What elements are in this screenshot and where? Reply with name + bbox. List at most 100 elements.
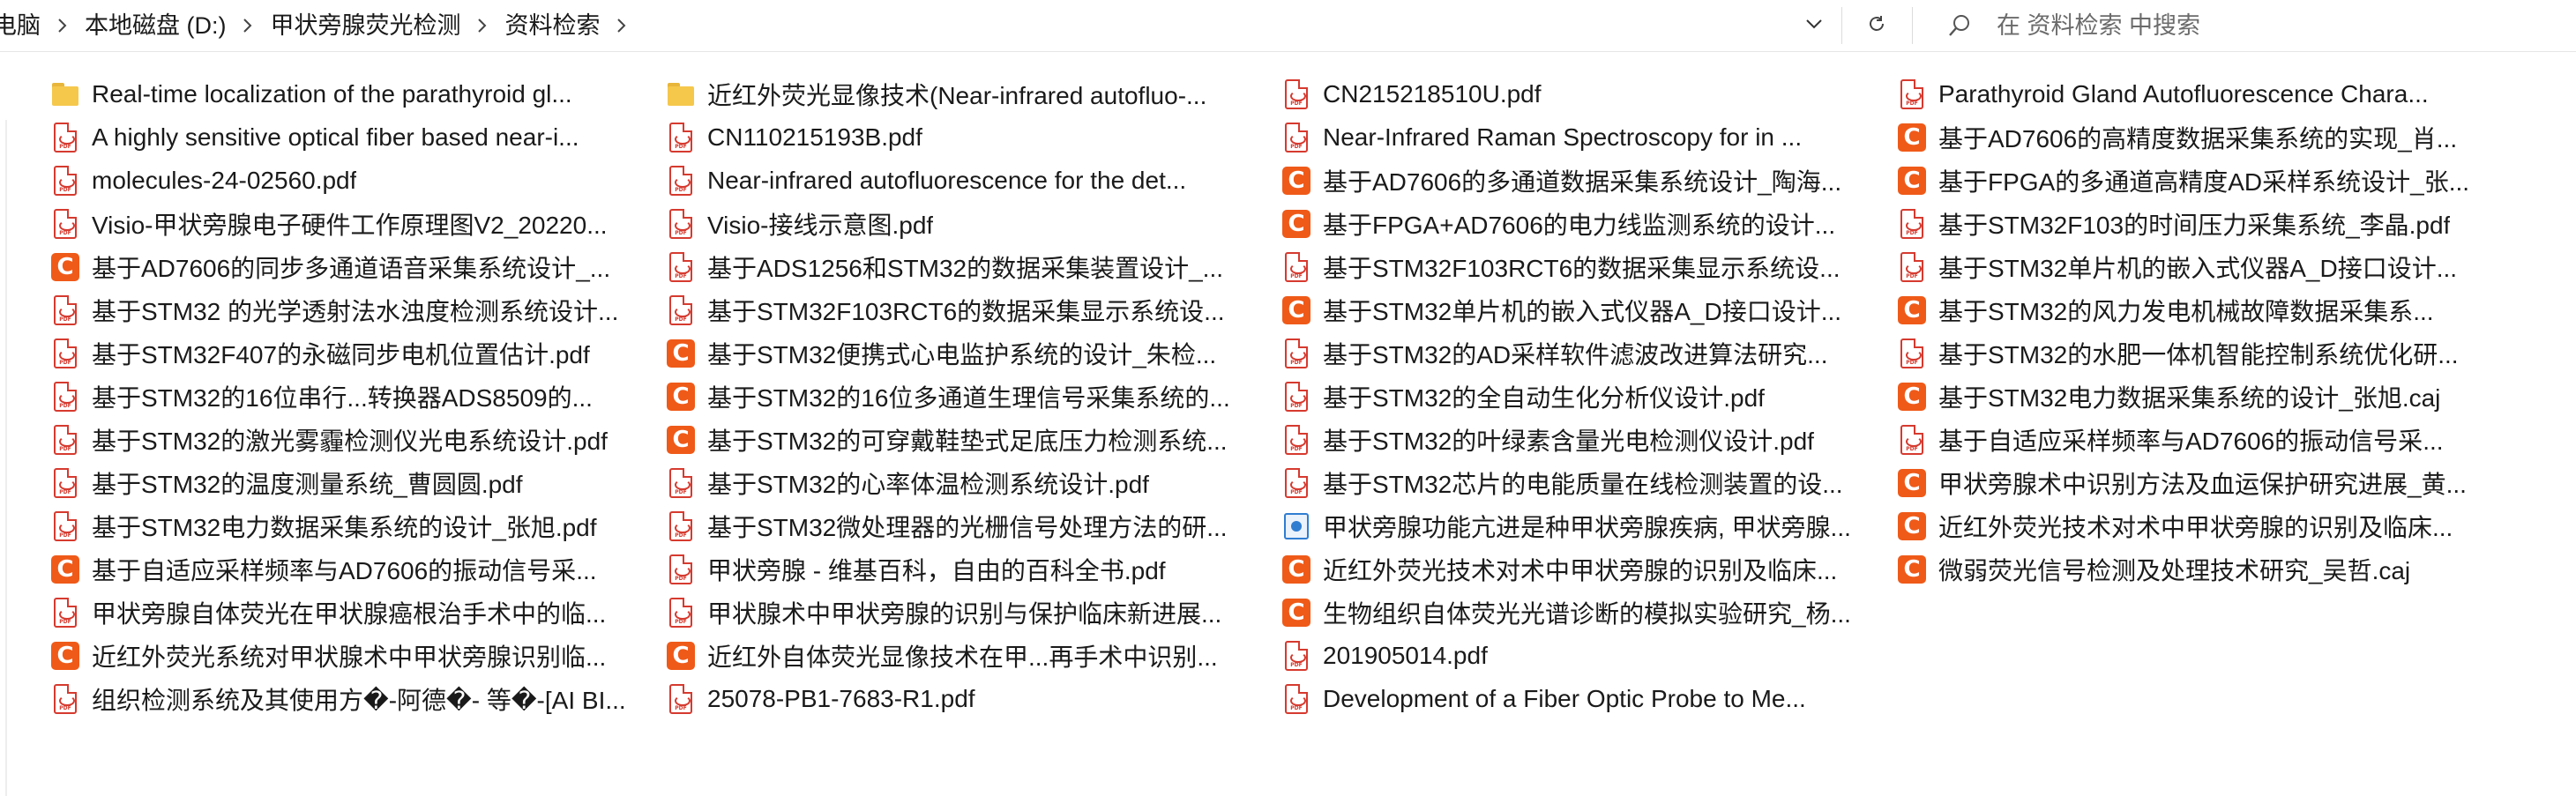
file-name: 基于FPGA+AD7606的电力线监测系统的设计...: [1323, 211, 1836, 239]
file-item[interactable]: PDF 基于STM32的AD采样软件滤波改进算法研究...: [1275, 331, 1891, 375]
file-item[interactable]: C 近红外荧光系统对甲状腺术中甲状旁腺识别临...: [44, 634, 660, 677]
chevron-right-icon[interactable]: [231, 4, 265, 48]
file-item[interactable]: C 近红外自体荧光显像技术在甲...再手术中识别...: [660, 634, 1275, 677]
file-item[interactable]: PDF 基于STM32的心率体温检测系统设计.pdf: [660, 461, 1275, 504]
file-name: 基于STM32的16位多通道生理信号采集系统的...: [707, 383, 1230, 412]
file-item[interactable]: PDF Visio-接线示意图.pdf: [660, 202, 1275, 245]
pdf-file-icon: PDF: [51, 338, 79, 369]
file-name: 基于AD7606的多通道数据采集系统设计_陶海...: [1323, 167, 1842, 196]
file-item[interactable]: C 基于自适应采样频率与AD7606的振动信号采...: [44, 547, 660, 591]
refresh-icon: [1866, 13, 1887, 39]
file-item[interactable]: PDF Near-Infrared Raman Spectroscopy for …: [1275, 115, 1891, 159]
file-item[interactable]: C 近红外荧光技术对术中甲状旁腺的识别及临床...: [1891, 504, 2506, 547]
file-name: CN215218510U.pdf: [1323, 79, 1542, 108]
pdf-file-icon: PDF: [667, 597, 695, 629]
file-item[interactable]: PDF 甲状旁腺 - 维基百科，自由的百科全书.pdf: [660, 547, 1275, 591]
file-item[interactable]: PDF CN215218510U.pdf: [1275, 72, 1891, 115]
pdf-file-icon: PDF: [667, 208, 695, 240]
chevron-right-icon[interactable]: [46, 4, 79, 48]
file-item[interactable]: PDF 25078-PB1-7683-R1.pdf: [660, 677, 1275, 720]
file-item[interactable]: C 基于AD7606的同步多通道语音采集系统设计_...: [44, 245, 660, 288]
pdf-file-icon: PDF: [1898, 208, 1926, 240]
file-item[interactable]: C 基于STM32的可穿戴鞋垫式足底压力检测系统...: [660, 418, 1275, 461]
caj-file-icon: C: [1898, 294, 1926, 326]
file-item[interactable]: PDF 基于STM32的水肥一体机智能控制系统优化研...: [1891, 331, 2506, 375]
folder-icon: [667, 78, 695, 110]
file-item[interactable]: PDF 基于STM32的温度测量系统_曹圆圆.pdf: [44, 461, 660, 504]
file-item[interactable]: PDF 组织检测系统及其使用方�-阿德�- 等�-[AI BI...: [44, 677, 660, 720]
caj-file-icon: C: [1898, 510, 1926, 542]
file-item[interactable]: C 微弱荧光信号检测及处理技术研究_吴哲.caj: [1891, 547, 2506, 591]
file-name: Visio-甲状旁腺电子硬件工作原理图V2_20220...: [92, 211, 608, 239]
file-item[interactable]: C 生物组织自体荧光光谱诊断的模拟实验研究_杨...: [1275, 591, 1891, 634]
pdf-file-icon: PDF: [667, 165, 695, 197]
breadcrumb-item-current[interactable]: 资料检索: [499, 4, 605, 48]
file-item[interactable]: C 近红外荧光技术对术中甲状旁腺的识别及临床...: [1275, 547, 1891, 591]
pdf-file-icon: PDF: [1898, 251, 1926, 283]
file-item[interactable]: PDF Near-infrared autofluorescence for th…: [660, 159, 1275, 202]
pdf-file-icon: PDF: [1898, 78, 1926, 110]
file-item[interactable]: C 基于STM32的风力发电机械故障数据采集系...: [1891, 288, 2506, 331]
file-item[interactable]: Real-time localization of the parathyroi…: [44, 72, 660, 115]
pdf-file-icon: PDF: [51, 381, 79, 413]
file-item[interactable]: C 基于AD7606的多通道数据采集系统设计_陶海...: [1275, 159, 1891, 202]
breadcrumb[interactable]: 电脑 本地磁盘 (D:) 甲状旁腺荧光检测 资料检索: [0, 4, 1827, 48]
file-item[interactable]: PDF 基于STM32F407的永磁同步电机位置估计.pdf: [44, 331, 660, 375]
pdf-file-icon: PDF: [667, 467, 695, 499]
file-item[interactable]: PDF 基于STM32 的光学透射法水浊度检测系统设计...: [44, 288, 660, 331]
file-item[interactable]: PDF CN110215193B.pdf: [660, 115, 1275, 159]
file-item[interactable]: PDF 基于STM32的激光雾霾检测仪光电系统设计.pdf: [44, 418, 660, 461]
file-item[interactable]: PDF 基于STM32F103的时间压力采集系统_李晶.pdf: [1891, 202, 2506, 245]
file-item[interactable]: PDF 甲状腺术中甲状旁腺的识别与保护临床新进展...: [660, 591, 1275, 634]
file-item[interactable]: PDF Visio-甲状旁腺电子硬件工作原理图V2_20220...: [44, 202, 660, 245]
address-history-button[interactable]: [1790, 4, 1838, 48]
file-item[interactable]: PDF 201905014.pdf: [1275, 634, 1891, 677]
search-box[interactable]: [1923, 4, 2576, 48]
refresh-button[interactable]: [1855, 4, 1898, 48]
file-item[interactable]: C 基于STM32单片机的嵌入式仪器A_D接口设计...: [1275, 288, 1891, 331]
file-item[interactable]: PDF Parathyroid Gland Autofluorescence Ch…: [1891, 72, 2506, 115]
pdf-file-icon: PDF: [1282, 381, 1310, 413]
file-item[interactable]: 近红外荧光显像技术(Near-infrared autofluo-...: [660, 72, 1275, 115]
search-input[interactable]: [1995, 11, 2527, 41]
divider: [5, 120, 7, 796]
file-name: 近红外自体荧光显像技术在甲...再手术中识别...: [707, 643, 1218, 671]
file-item[interactable]: PDF Development of a Fiber Optic Probe to…: [1275, 677, 1891, 720]
caj-file-icon: C: [667, 424, 695, 456]
file-item[interactable]: C 基于STM32的16位多通道生理信号采集系统的...: [660, 375, 1275, 418]
caj-file-icon: C: [1282, 554, 1310, 585]
caj-file-icon: C: [51, 640, 79, 672]
file-item[interactable]: PDF 基于STM32单片机的嵌入式仪器A_D接口设计...: [1891, 245, 2506, 288]
file-item[interactable]: PDF A highly sensitive optical fiber base…: [44, 115, 660, 159]
chevron-right-icon[interactable]: [466, 4, 499, 48]
file-item[interactable]: PDF 基于自适应采样频率与AD7606的振动信号采...: [1891, 418, 2506, 461]
file-item[interactable]: C 基于STM32电力数据采集系统的设计_张旭.caj: [1891, 375, 2506, 418]
file-item[interactable]: C 基于STM32便携式心电监护系统的设计_朱检...: [660, 331, 1275, 375]
file-name: 甲状旁腺术中识别方法及血运保护研究进展_黄...: [1938, 470, 2467, 498]
file-item[interactable]: PDF 基于STM32F103RCT6的数据采集显示系统设...: [660, 288, 1275, 331]
file-name: 近红外荧光技术对术中甲状旁腺的识别及临床...: [1323, 556, 1838, 584]
file-item[interactable]: C 基于FPGA的多通道高精度AD采样系统设计_张...: [1891, 159, 2506, 202]
file-item[interactable]: PDF 基于STM32的叶绿素含量光电检测仪设计.pdf: [1275, 418, 1891, 461]
file-item[interactable]: PDF 基于ADS1256和STM32的数据采集装置设计_...: [660, 245, 1275, 288]
file-item[interactable]: PDF 基于STM32电力数据采集系统的设计_张旭.pdf: [44, 504, 660, 547]
file-item[interactable]: PDF 基于STM32F103RCT6的数据采集显示系统设...: [1275, 245, 1891, 288]
file-item[interactable]: C 基于AD7606的高精度数据采集系统的实现_肖...: [1891, 115, 2506, 159]
file-item[interactable]: PDF 基于STM32微处理器的光栅信号处理方法的研...: [660, 504, 1275, 547]
pdf-file-icon: PDF: [51, 165, 79, 197]
file-item[interactable]: PDF 基于STM32的全自动生化分析仪设计.pdf: [1275, 375, 1891, 418]
file-item[interactable]: 甲状旁腺功能亢进是种甲状旁腺疾病, 甲状旁腺...: [1275, 504, 1891, 547]
file-item[interactable]: PDF 基于STM32的16位串行...转换器ADS8509的...: [44, 375, 660, 418]
file-item[interactable]: PDF 基于STM32芯片的电能质量在线检测装置的设...: [1275, 461, 1891, 504]
file-item[interactable]: PDF 甲状旁腺自体荧光在甲状腺癌根治手术中的临...: [44, 591, 660, 634]
chevron-right-icon[interactable]: [605, 4, 638, 48]
file-item[interactable]: PDF molecules-24-02560.pdf: [44, 159, 660, 202]
pdf-file-icon: PDF: [51, 683, 79, 715]
breadcrumb-item-computer[interactable]: 电脑: [0, 4, 46, 48]
breadcrumb-item-folder[interactable]: 甲状旁腺荧光检测: [265, 4, 466, 48]
file-item[interactable]: C 基于FPGA+AD7606的电力线监测系统的设计...: [1275, 202, 1891, 245]
pdf-file-icon: PDF: [51, 208, 79, 240]
file-item[interactable]: C 甲状旁腺术中识别方法及血运保护研究进展_黄...: [1891, 461, 2506, 504]
pdf-file-icon: PDF: [51, 424, 79, 456]
breadcrumb-item-drive[interactable]: 本地磁盘 (D:): [79, 4, 231, 48]
